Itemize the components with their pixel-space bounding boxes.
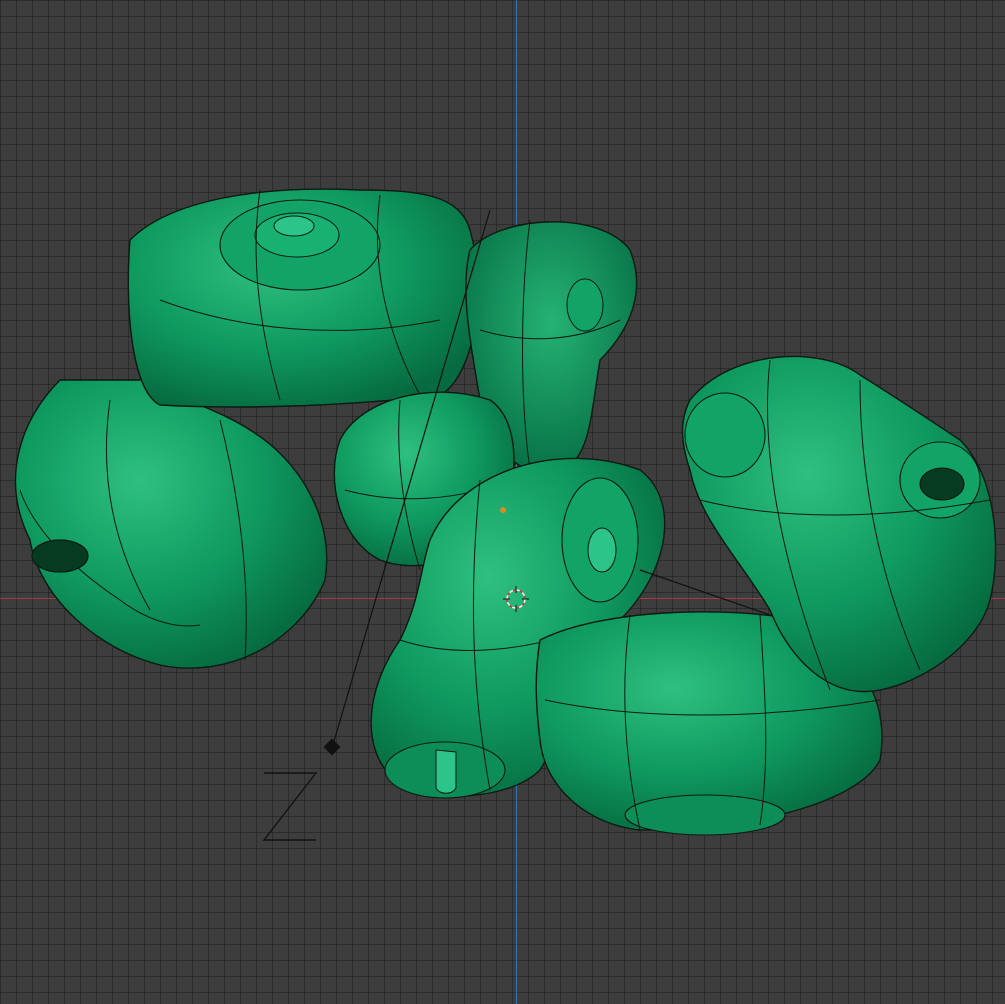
3d-viewport[interactable]: Z: [0, 0, 1005, 1004]
origin-dot: [500, 507, 506, 513]
top-segment[interactable]: [127, 188, 479, 408]
left-curl-segment[interactable]: [14, 379, 328, 669]
light-lamp-icon[interactable]: [323, 738, 341, 756]
z-axis-letter-glyph: [262, 772, 318, 841]
z-axis-label: Z: [258, 760, 259, 761]
mesh-scene[interactable]: [0, 0, 1005, 1004]
